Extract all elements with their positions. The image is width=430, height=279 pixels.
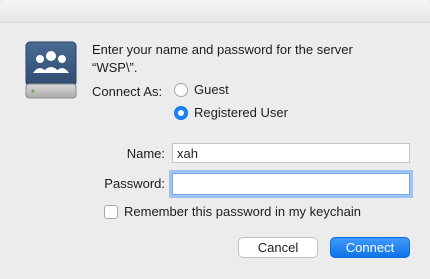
name-field[interactable] <box>172 143 410 163</box>
radio-registered-user-label: Registered User <box>194 105 288 120</box>
cancel-button[interactable]: Cancel <box>238 237 318 258</box>
password-label: Password: <box>104 176 165 191</box>
dialog-prompt: Enter your name and password for the ser… <box>92 42 353 75</box>
radio-registered-user[interactable]: Registered User <box>174 105 288 120</box>
radio-button-selected[interactable] <box>174 105 188 120</box>
password-field[interactable] <box>172 173 410 195</box>
remember-password-option[interactable]: Remember this password in my keychain <box>104 204 361 219</box>
shared-server-drive-icon <box>25 41 77 99</box>
connect-button[interactable]: Connect <box>330 237 410 258</box>
remember-password-label: Remember this password in my keychain <box>124 204 361 219</box>
connect-as-label: Connect As: <box>92 84 163 99</box>
remember-password-checkbox[interactable] <box>104 204 118 219</box>
radio-button[interactable] <box>174 82 188 97</box>
connect-to-server-dialog: Enter your name and password for the ser… <box>0 0 430 279</box>
window-titlebar[interactable] <box>0 0 430 23</box>
radio-guest[interactable]: Guest <box>174 82 229 97</box>
name-label: Name: <box>126 146 165 161</box>
radio-guest-label: Guest <box>194 82 229 97</box>
